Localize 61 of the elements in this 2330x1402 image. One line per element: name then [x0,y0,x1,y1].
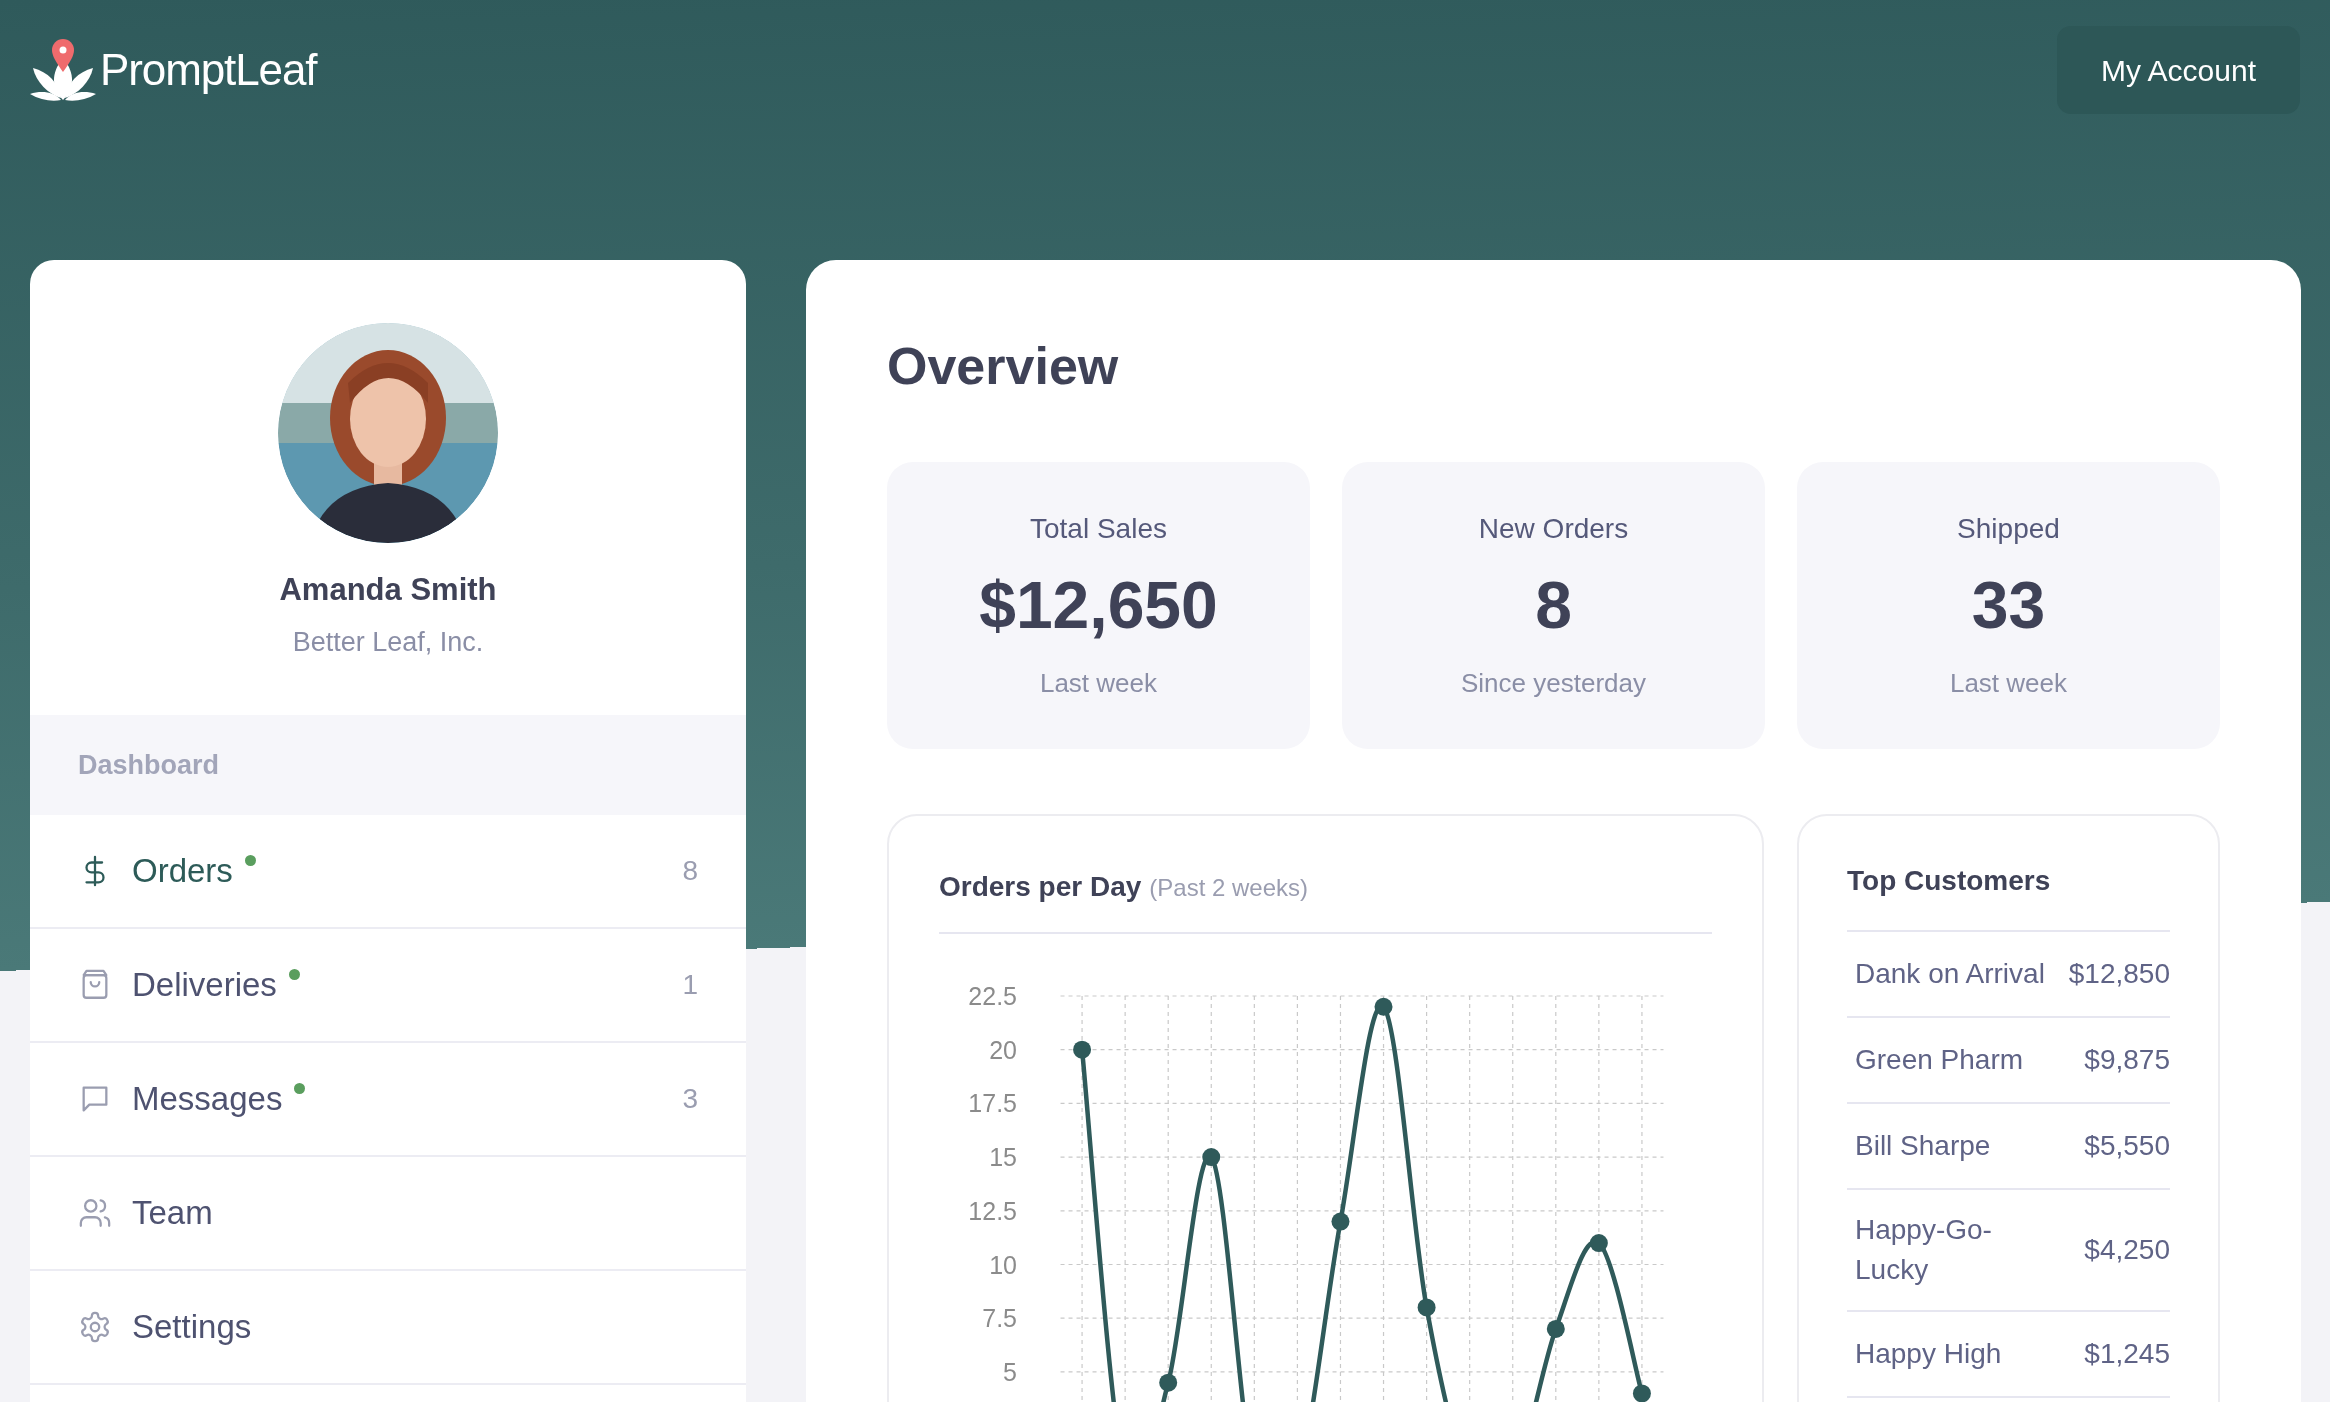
section-header: Dashboard [30,715,746,815]
data-point [1417,1298,1436,1317]
y-tick-label: 12.5 [968,1196,1017,1225]
chart-title: Orders per Day [939,870,1142,904]
y-tick-label: 5 [1003,1357,1017,1386]
users-icon [78,1196,112,1230]
nav-count: 8 [682,854,698,888]
account-button[interactable]: My Account [2056,26,2300,114]
customer-amount: $5,550 [2084,1129,2170,1163]
stat-note: Last week [1039,667,1158,700]
nav-label: Settings [132,1307,252,1348]
data-point [1331,1212,1350,1231]
customer-amount: $4,250 [2084,1233,2170,1267]
company-name: Better Leaf, Inc. [292,625,484,659]
nav-label: Team [132,1193,213,1234]
nav-item[interactable]: Team [30,1157,746,1271]
stat-note: Since yesterday [1461,667,1646,700]
customer-amount: $1,245 [2084,1337,2170,1371]
stat-value: 33 [1971,572,2046,638]
settings-icon [78,1310,112,1344]
data-point [1202,1148,1221,1167]
page-title: Overview [887,340,1120,392]
data-point [1632,1384,1651,1402]
customer-name: Bill Sharpe [1855,1129,1991,1163]
nav-count: 3 [682,1082,698,1116]
leaf-pin-logo-icon [30,38,96,102]
chart-subtitle: (Past 2 weeks) [1149,873,1309,903]
customer-name: Happy High [1855,1337,2002,1371]
stat-label: Shipped [1957,512,2060,546]
nav-item[interactable]: Orders 8 [30,815,746,929]
nav-item[interactable]: Messages 3 [30,1043,746,1157]
data-point [1159,1373,1178,1392]
y-tick-label: 7.5 [982,1304,1017,1333]
brand-name: PromptLeaf [100,44,317,96]
customer-name: Green Pharm [1855,1043,2024,1077]
data-point [1589,1234,1608,1252]
stat-value: 8 [1535,572,1572,638]
stat-label: Total Sales [1030,512,1167,546]
nav-item[interactable]: Settings [30,1271,746,1385]
y-tick-label: 10 [989,1250,1017,1279]
y-tick-label: 15 [989,1143,1017,1172]
nav-label: Messages [132,1079,283,1120]
data-point [1374,997,1393,1016]
customer-amount: $9,875 [2084,1043,2170,1077]
customer-amount: $12,850 [2068,957,2170,991]
stat-value: $12,650 [979,572,1218,638]
stat-note: Last week [1949,667,2068,700]
y-tick-label: 17.5 [968,1089,1017,1118]
customer-name: Happy-Go-Lucky [1855,1213,1993,1287]
customers-title: Top Customers [1847,860,2170,932]
data-point [1073,1040,1092,1059]
data-point [1546,1319,1565,1338]
stat-label: New Orders [1478,512,1629,546]
y-tick-label: 20 [989,1035,1017,1064]
user-name: Amanda Smith [279,571,497,609]
nav-count: 1 [682,968,698,1002]
nav-label: Orders [132,851,233,892]
y-tick-label: 22.5 [968,982,1017,1010]
customer-name: Dank on Arrival [1855,957,2045,991]
nav-label: Deliveries [132,965,277,1006]
nav-item[interactable]: Deliveries 1 [30,929,746,1043]
